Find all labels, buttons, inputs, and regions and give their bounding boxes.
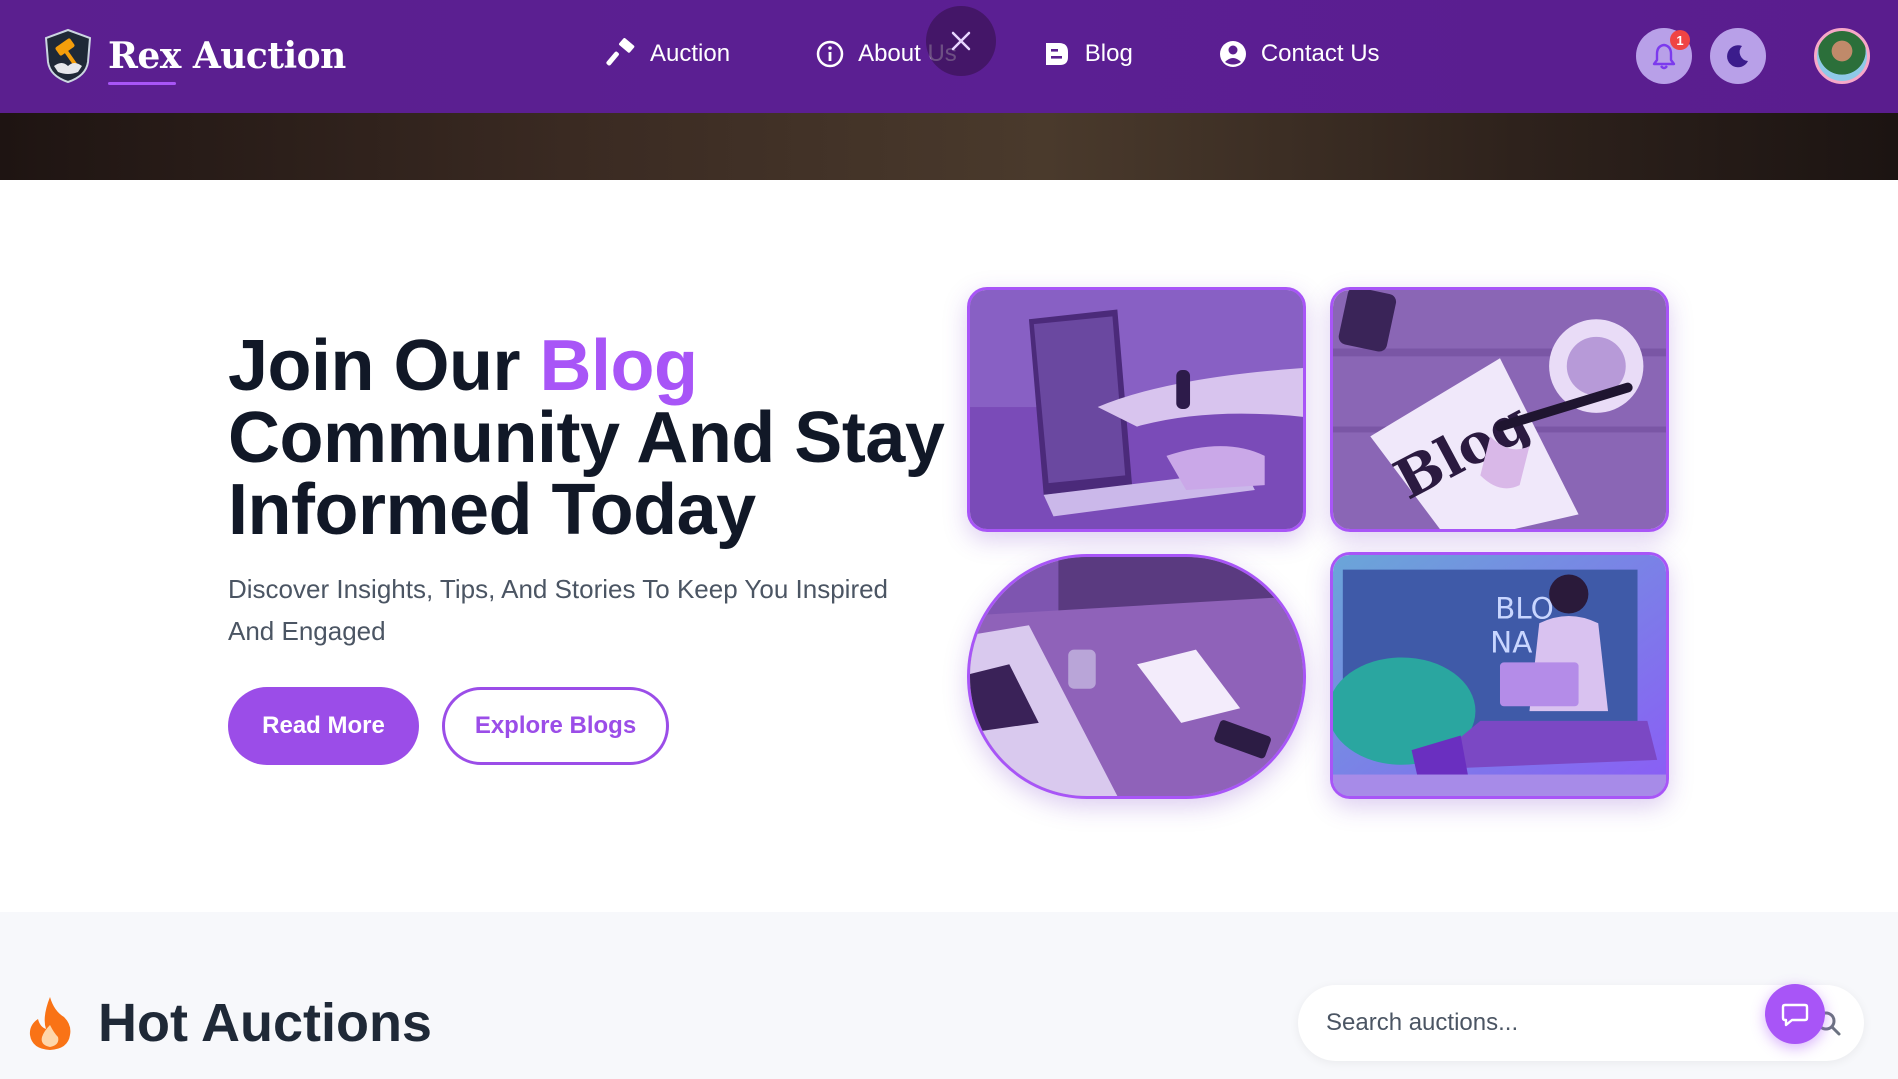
nav-actions: 1 (1618, 28, 1870, 84)
blog-notepad-image: Blog (1330, 287, 1669, 532)
hot-auctions-title: Hot Auctions (98, 993, 432, 1053)
brand-name: Rex Auction (108, 35, 346, 85)
title-part1: Join Our (228, 326, 540, 406)
notification-badge: 1 (1670, 30, 1690, 50)
nav-link-label: Blog (1084, 40, 1133, 67)
search-input[interactable] (1326, 1009, 1746, 1037)
info-icon (816, 40, 844, 68)
read-more-button[interactable]: Read More (228, 687, 419, 765)
title-part2: Community And Stay Informed Today (228, 398, 945, 550)
nav-link-label: Contact Us (1260, 40, 1380, 67)
chat-button[interactable] (1765, 984, 1825, 1044)
hammer-icon (606, 38, 635, 66)
top-navbar: Rex Auction Auction About Us Blog Contac… (0, 0, 1898, 113)
nav-links: Auction About Us Blog Contact Us (606, 38, 1464, 70)
user-circle-icon (1219, 41, 1246, 67)
explore-blogs-button[interactable]: Explore Blogs (442, 687, 669, 765)
hot-auctions-section: Hot Auctions (0, 912, 1898, 1079)
blog-name-collage-image: BLO NA (1330, 552, 1669, 799)
svg-text:NA: NA (1490, 626, 1532, 660)
nav-link-blog[interactable]: Blog (1041, 38, 1133, 70)
nav-link-label: Auction (650, 40, 731, 67)
laptop-pointing-image (967, 287, 1306, 532)
nav-link-contact[interactable]: Contact Us (1217, 38, 1380, 70)
avatar[interactable] (1814, 28, 1870, 84)
blog-icon (1045, 43, 1068, 65)
brand[interactable]: Rex Auction (42, 28, 346, 85)
gavel-shield-logo (44, 28, 92, 84)
svg-text:BLO: BLO (1495, 592, 1554, 626)
hot-auctions-header: Hot Auctions (28, 992, 432, 1054)
close-button[interactable] (926, 6, 996, 76)
title-accent: Blog (539, 326, 698, 406)
blog-hero-title: Join Our Blog Community And Stay Informed… (228, 330, 968, 546)
theme-toggle-button[interactable] (1710, 28, 1766, 84)
blog-hero-subtitle: Discover Insights, Tips, And Stories To … (228, 574, 889, 646)
close-icon (951, 31, 971, 51)
fire-icon (29, 997, 71, 1050)
blog-hero-section: Join Our Blog Community And Stay Informed… (0, 180, 1898, 912)
notifications-button[interactable]: 1 (1636, 28, 1692, 84)
chat-icon (1781, 1003, 1809, 1027)
moon-icon (1727, 45, 1748, 68)
desk-laptop-image (967, 554, 1306, 799)
hero-image-strip (0, 113, 1898, 180)
nav-link-auction[interactable]: Auction (606, 38, 730, 70)
